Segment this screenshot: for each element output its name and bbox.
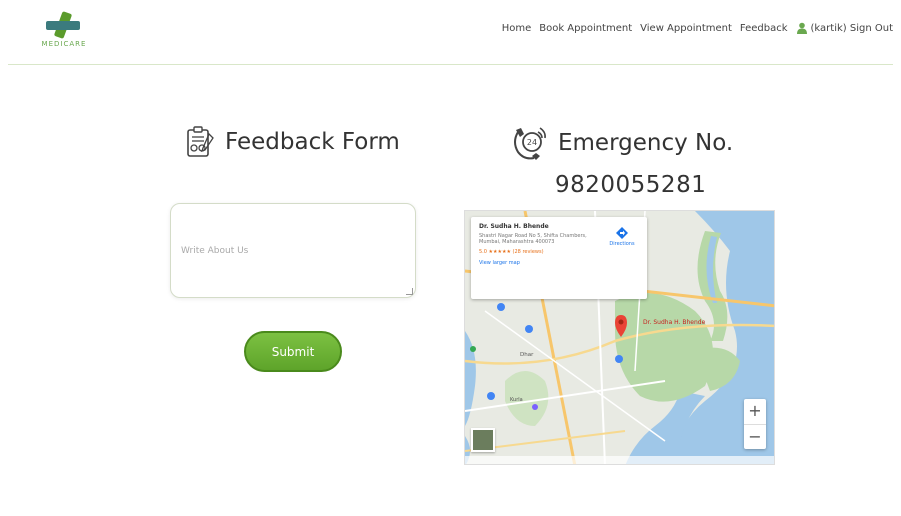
- zoom-in-button[interactable]: +: [744, 399, 766, 424]
- nav-view-appointment[interactable]: View Appointment: [640, 23, 732, 34]
- user-name: (kartik): [810, 23, 847, 34]
- map-attribution-bar: [465, 456, 774, 464]
- nav-home[interactable]: Home: [502, 23, 532, 34]
- nav-sign-out[interactable]: Sign Out: [850, 23, 893, 34]
- emergency-heading: 24 Emergency No.: [510, 124, 733, 162]
- feedback-textarea-wrapper: [170, 203, 416, 298]
- top-nav: Home Book Appointment View Appointment F…: [502, 22, 893, 34]
- svg-text:24: 24: [527, 138, 537, 147]
- directions-button[interactable]: Directions: [605, 227, 639, 247]
- svg-text:Kurla: Kurla: [510, 397, 523, 403]
- submit-button[interactable]: Submit: [244, 331, 342, 372]
- emergency-number: 9820055281: [555, 172, 707, 198]
- map-pin-label: Dr. Sudha H. Bhende: [643, 319, 706, 326]
- directions-label: Directions: [609, 241, 635, 247]
- header: MEDICARE Home Book Appointment View Appo…: [0, 0, 901, 62]
- medicare-cross-icon: [46, 11, 80, 39]
- svg-text:Dhar: Dhar: [520, 352, 534, 358]
- feedback-heading: Feedback Form: [185, 124, 400, 160]
- zoom-out-button[interactable]: −: [744, 424, 766, 449]
- resize-handle[interactable]: [406, 288, 413, 295]
- medicare-logo[interactable]: MEDICARE: [28, 10, 100, 52]
- feedback-textarea[interactable]: [171, 204, 415, 297]
- feedback-title: Feedback Form: [225, 129, 400, 155]
- map-info-card[interactable]: Dr. Sudha H. Bhende Shastri Nagar Road N…: [471, 217, 647, 299]
- feedback-form-icon: [187, 126, 214, 157]
- place-rating: 5.0 ★★★★★ (28 reviews): [479, 249, 544, 255]
- user-icon: [796, 22, 807, 34]
- emergency-title: Emergency No.: [558, 130, 734, 156]
- nav-feedback[interactable]: Feedback: [740, 23, 788, 34]
- 24-hour-phone-icon: 24: [514, 127, 546, 160]
- google-map[interactable]: Dhar Kurla Dr. Sudha H. Bhende Shastri N…: [464, 210, 775, 465]
- header-divider: [8, 64, 893, 65]
- nav-user[interactable]: (kartik) Sign Out: [796, 22, 893, 34]
- place-address: Shastri Nagar Road No 5, Shifta Chambers…: [479, 233, 587, 245]
- view-larger-map-link[interactable]: View larger map: [479, 260, 639, 266]
- satellite-toggle[interactable]: [471, 428, 495, 452]
- nav-book-appointment[interactable]: Book Appointment: [539, 23, 632, 34]
- map-zoom-control: + −: [744, 399, 766, 449]
- logo-text: MEDICARE: [41, 40, 87, 48]
- directions-icon: [616, 227, 628, 239]
